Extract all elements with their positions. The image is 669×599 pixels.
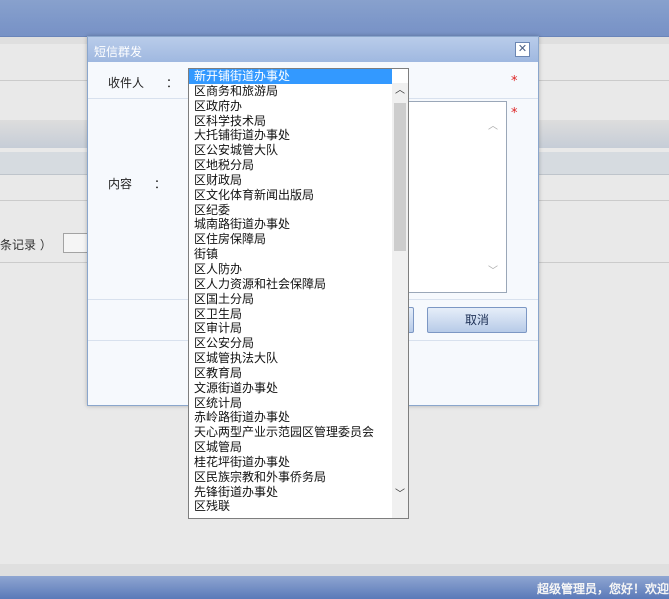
scrollbar-thumb[interactable] [394, 103, 406, 251]
recipient-label: 收件人 [108, 76, 145, 90]
dropdown-option[interactable]: 区统计局 [189, 396, 392, 411]
required-mark: * [511, 74, 518, 89]
dropdown-option[interactable]: 大托铺街道办事处 [189, 128, 392, 143]
scroll-down-icon[interactable]: ﹀ [392, 487, 408, 503]
chevron-up-icon: ︿ [488, 121, 498, 132]
dropdown-option[interactable]: 街镇 [189, 247, 392, 262]
recipient-dropdown-list[interactable]: 新开铺街道办事处 区商务和旅游局 区政府办 区科学技术局 大托铺街道办事处 区公安城管大队… [188, 68, 409, 519]
dropdown-option[interactable]: 区公安分局 [189, 336, 392, 351]
dropdown-option[interactable]: 区地税分局 [189, 158, 392, 173]
dropdown-option[interactable]: 区卫生局 [189, 307, 392, 322]
dropdown-option[interactable]: 区纪委 [189, 203, 392, 218]
dropdown-option[interactable]: 区民族宗教和外事侨务局 [189, 470, 392, 485]
dropdown-option[interactable]: 区商务和旅游局 [189, 84, 392, 99]
required-mark: * [511, 106, 518, 121]
close-icon[interactable]: ✕ [515, 42, 530, 57]
dropdown-option[interactable]: 先锋街道办事处 [189, 485, 392, 500]
dropdown-option[interactable]: 区公安城管大队 [189, 143, 392, 158]
dropdown-option[interactable]: 赤岭路街道办事处 [189, 410, 392, 425]
dropdown-option[interactable]: 区残联 [189, 499, 392, 514]
dropdown-options: 新开铺街道办事处 区商务和旅游局 区政府办 区科学技术局 大托铺街道办事处 区公安城管大队… [189, 69, 392, 514]
dropdown-option[interactable]: 桂花坪街道办事处 [189, 455, 392, 470]
dropdown-option[interactable]: 文源街道办事处 [189, 381, 392, 396]
content-label: 内容 [108, 177, 133, 191]
dialog-titlebar: 短信群发 ✕ [88, 37, 538, 62]
dropdown-option[interactable]: 区城管局 [189, 440, 392, 455]
dropdown-option[interactable]: 区科学技术局 [189, 114, 392, 129]
scroll-up-icon[interactable]: ︿ [392, 83, 408, 99]
dropdown-option[interactable]: 区国土分局 [189, 292, 392, 307]
dropdown-option[interactable]: 区人力资源和社会保障局 [189, 277, 392, 292]
dropdown-option[interactable]: 区财政局 [189, 173, 392, 188]
dropdown-option[interactable]: 新开铺街道办事处 [189, 69, 392, 84]
chevron-down-icon: ﹀ [488, 266, 498, 277]
content-colon: ： [154, 177, 167, 191]
dropdown-option[interactable]: 区城管执法大队 [189, 351, 392, 366]
dropdown-option[interactable]: 城南路街道办事处 [189, 217, 392, 232]
dropdown-option[interactable]: 区人防办 [189, 262, 392, 277]
recipient-colon: ： [166, 76, 179, 90]
dropdown-option[interactable]: 区审计局 [189, 321, 392, 336]
dropdown-option[interactable]: 区教育局 [189, 366, 392, 381]
dropdown-option[interactable]: 天心两型产业示范园区管理委员会 [189, 425, 392, 440]
dropdown-option[interactable]: 区政府办 [189, 99, 392, 114]
cancel-button[interactable]: 取消 [427, 307, 527, 333]
dialog-title: 短信群发 [94, 45, 143, 59]
dropdown-option[interactable]: 区住房保障局 [189, 232, 392, 247]
dropdown-option[interactable]: 区文化体育新闻出版局 [189, 188, 392, 203]
